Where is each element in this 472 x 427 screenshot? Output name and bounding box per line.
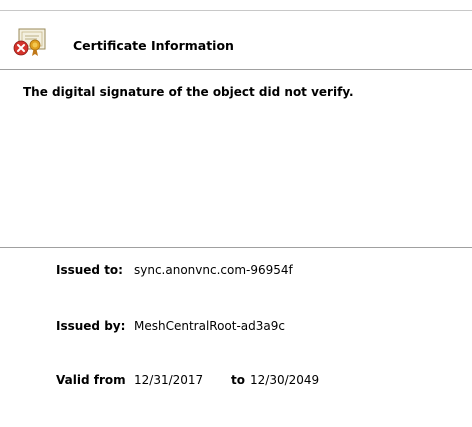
- valid-to-label: to: [231, 373, 245, 387]
- issued-to-label: Issued to:: [56, 263, 123, 277]
- header-divider: [0, 69, 472, 70]
- issued-to-value: sync.anonvnc.com-96954f: [134, 263, 293, 277]
- issued-by-row: Issued by: MeshCentralRoot-ad3a9c: [56, 319, 285, 333]
- header-title: Certificate Information: [73, 38, 234, 53]
- issued-by-label: Issued by:: [56, 319, 126, 333]
- certificate-dialog: Certificate Information The digital sign…: [0, 0, 472, 427]
- issued-to-row: Issued to: sync.anonvnc.com-96954f: [56, 263, 293, 277]
- validity-row: Valid from 12/31/2017 to 12/30/2049: [56, 373, 319, 387]
- valid-to-value: 12/30/2049: [250, 373, 320, 387]
- certificate-header: [0, 11, 472, 69]
- valid-from-value: 12/31/2017: [134, 373, 204, 387]
- certificate-error-icon: [13, 28, 46, 56]
- issued-by-value: MeshCentralRoot-ad3a9c: [134, 319, 285, 333]
- signature-error-message: The digital signature of the object did …: [23, 85, 354, 99]
- valid-from-label: Valid from: [56, 373, 126, 387]
- details-divider: [0, 247, 472, 248]
